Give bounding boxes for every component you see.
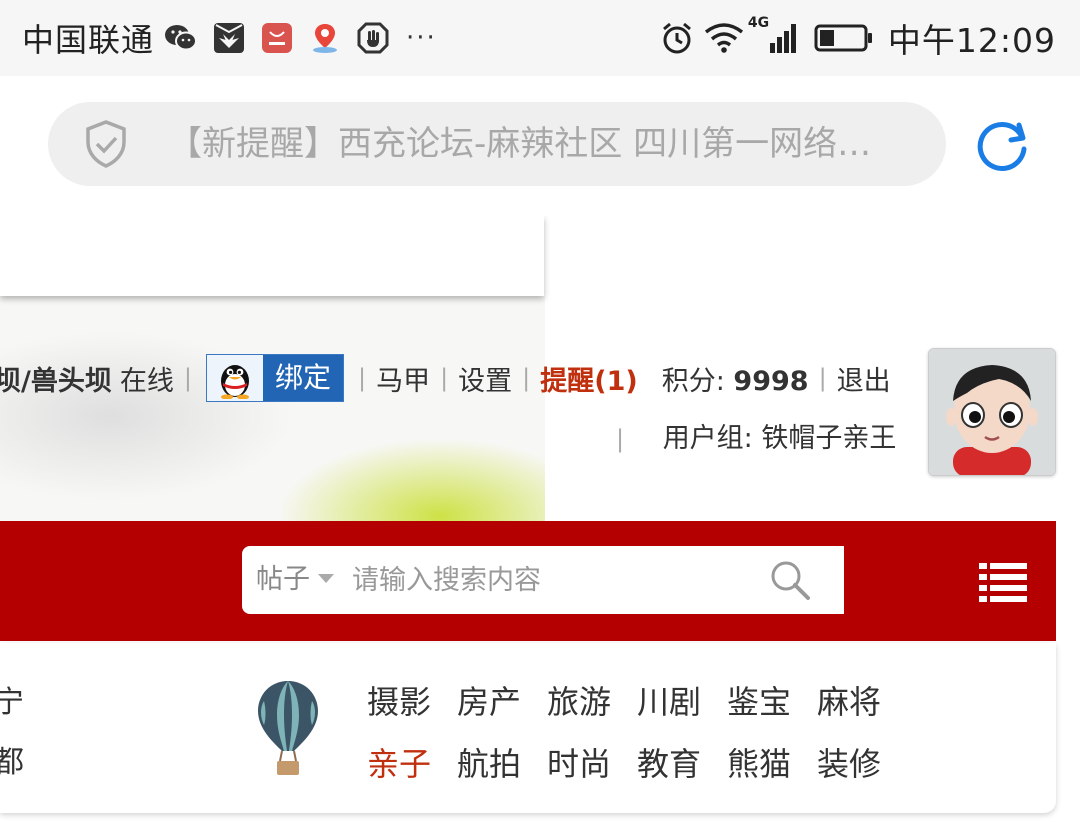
online-status: 在线 [119,365,174,397]
category-link[interactable]: 航拍 [457,733,547,795]
reload-icon[interactable] [970,113,1034,177]
wechat-icon [164,21,198,55]
hot-air-balloon-icon [256,679,320,777]
category-link[interactable]: 川剧 [637,671,727,733]
qq-bind-button[interactable]: 绑定 [205,354,344,402]
more-notifications: ··· [406,23,437,53]
category-link[interactable]: 宁 [0,673,24,733]
usergroup-link[interactable]: 用户组: 铁帽子亲王 [663,423,897,454]
username-link[interactable]: 坝/兽头坝 [0,359,112,398]
usergroup-row: | 用户组: 铁帽子亲王 [606,416,896,455]
huawei-icon [212,21,246,55]
category-link[interactable]: 摄影 [367,671,457,733]
hand-stop-icon [356,21,390,55]
dropdown-panel [0,216,544,296]
category-link[interactable]: 熊猫 [727,733,817,795]
separator: | [183,364,192,392]
reminder-link[interactable]: 提醒(1) [540,359,637,398]
category-link[interactable]: 房产 [457,671,547,733]
sock-puppet-link[interactable]: 马甲 [376,359,430,398]
status-bar-right: 4G 中午12:09 [660,15,1056,60]
search-type-select[interactable]: 帖子 [256,546,334,614]
category-left-column: 宁 都 [0,673,24,793]
category-grid: 摄影 房产 旅游 川剧 鉴宝 麻将亲子 航拍 时尚 教育 熊猫 装修 [367,671,907,795]
separator: | [522,364,531,392]
category-link[interactable]: 鉴宝 [727,671,817,733]
status-bar: 中国联通 ··· 4G 中午12:09 [0,0,1080,76]
battery-icon [814,23,874,53]
points-label: 积分: [661,365,734,397]
cellular-signal-icon: 4G [748,15,800,55]
separator: | [357,364,367,392]
points-value: 9998 [733,365,809,397]
separator: | [616,425,625,453]
browser-toolbar: 【新提醒】西充论坛-麻辣社区 四川第一网络… [0,76,1080,216]
site-nav-bar: 帖子 [0,521,1056,641]
carrier-name: 中国联通 [22,21,155,59]
category-link[interactable]: 装修 [817,733,907,795]
avatar[interactable] [928,348,1056,476]
category-link[interactable]: 麻将 [817,671,907,733]
category-link[interactable]: 都 [0,733,24,793]
status-bar-left: 中国联通 ··· [22,16,437,60]
baidu-map-icon [308,21,342,55]
chevron-down-icon [318,574,334,583]
user-bar: 坝/兽头坝 在线 | 绑定 | 马甲 | 设置 | 提醒(1) 积分: 9998… [0,346,891,410]
settings-link[interactable]: 设置 [458,359,512,398]
clock: 中午12:09 [887,21,1056,60]
separator: | [818,364,827,392]
search-icon[interactable] [768,558,812,602]
category-link[interactable]: 教育 [637,733,727,795]
shield-icon[interactable] [80,118,132,170]
category-link[interactable]: 时尚 [547,733,637,795]
page-title[interactable]: 【新提醒】西充论坛-麻辣社区 四川第一网络… [168,102,928,186]
qq-penguin-icon [206,355,263,401]
separator: | [440,364,449,392]
search-type-label: 帖子 [256,564,310,595]
category-panel: 宁 都 摄影 房产 旅游 川剧 鉴宝 麻将亲子 航拍 时尚 教育 熊猫 装修 [0,643,1056,813]
app-gallery-icon [260,21,294,55]
search-box: 帖子 [242,546,844,614]
search-input[interactable] [352,546,752,614]
address-bar[interactable]: 【新提醒】西充论坛-麻辣社区 四川第一网络… [48,102,946,186]
network-type: 4G [747,15,770,31]
alarm-icon [660,21,694,55]
points[interactable]: 积分: 9998 [662,359,809,398]
menu-icon[interactable] [979,563,1027,603]
web-page: 坝/兽头坝 在线 | 绑定 | 马甲 | 设置 | 提醒(1) 积分: 9998… [0,216,1080,829]
wifi-icon [704,22,744,54]
category-link[interactable]: 亲子 [367,733,457,795]
bind-label: 绑定 [262,355,343,401]
logout-link[interactable]: 退出 [837,359,891,398]
category-link[interactable]: 旅游 [547,671,637,733]
